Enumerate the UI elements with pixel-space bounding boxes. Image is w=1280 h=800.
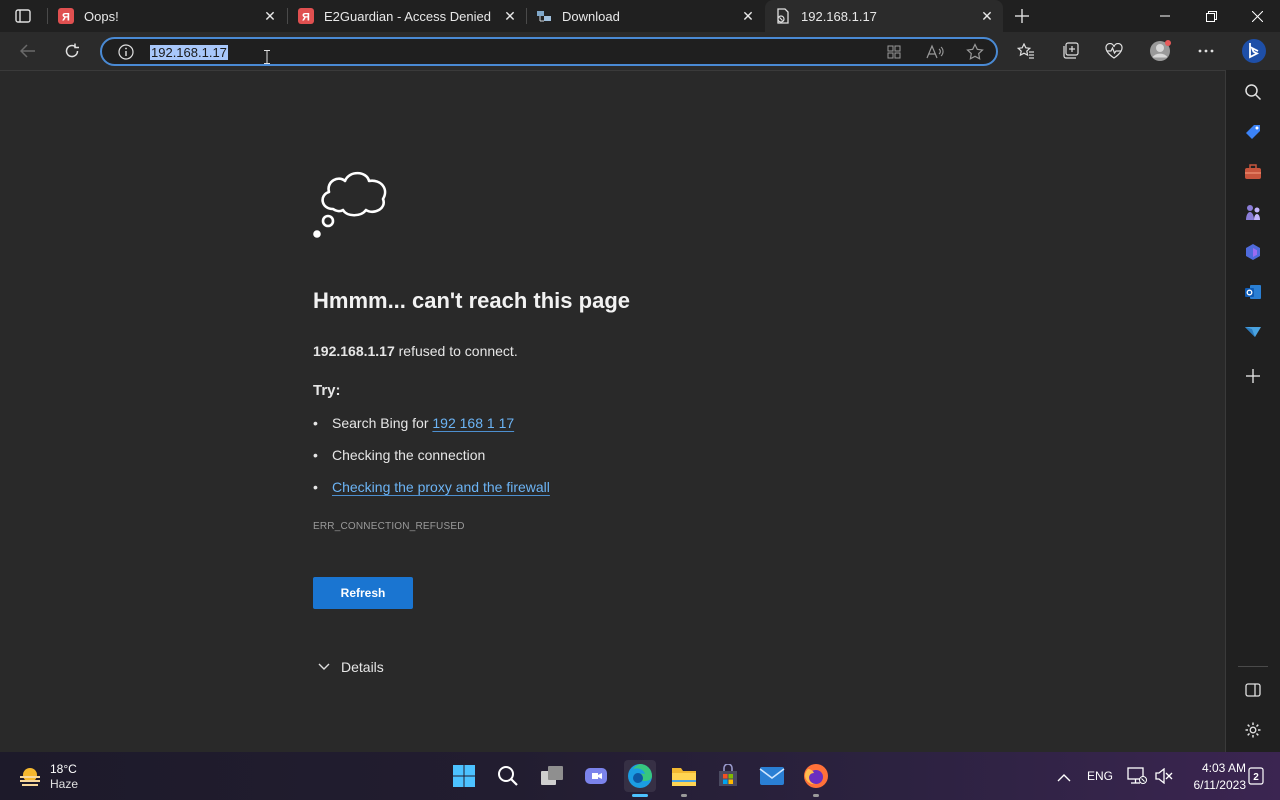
error-page (0, 70, 1225, 752)
explorer-running-indicator (681, 794, 687, 797)
taskbar-search-icon[interactable] (492, 760, 524, 792)
svg-text:2: 2 (1253, 772, 1259, 783)
language-indicator[interactable]: ENG (1087, 769, 1113, 783)
app-available-icon[interactable] (886, 44, 902, 60)
bing-search-link[interactable]: 192 168 1 17 (432, 415, 514, 431)
error-code: ERR_CONNECTION_REFUSED (313, 521, 465, 532)
add-favorite-star-icon[interactable] (966, 43, 984, 61)
details-toggle[interactable]: Details (316, 659, 384, 675)
yandex-icon: Я (58, 8, 74, 24)
sidebar-outlook-icon[interactable] (1243, 282, 1263, 302)
tab-e2guardian[interactable]: Я E2Guardian - Access Denied ✕ (288, 0, 526, 32)
firefox-running-indicator (813, 794, 819, 797)
url-text[interactable]: 192.168.1.17 (150, 45, 228, 60)
reload-icon[interactable] (57, 36, 87, 66)
show-hidden-icons-chevron-up-icon[interactable] (1057, 769, 1073, 783)
suggestion-proxy: • Checking the proxy and the firewall (313, 479, 550, 495)
sidebar-add-icon[interactable] (1243, 366, 1263, 386)
more-options-icon[interactable] (1191, 36, 1221, 66)
tab-oops[interactable]: Я Oops! ✕ (48, 0, 286, 32)
sidebar-shopping-tag-icon[interactable] (1243, 122, 1263, 142)
profile-avatar-icon[interactable] (1145, 36, 1175, 66)
tab-actions-icon[interactable] (14, 8, 32, 24)
check-connection-text: Checking the connection (332, 447, 486, 463)
back-arrow-icon[interactable] (13, 36, 43, 66)
firefox-icon[interactable] (800, 760, 832, 792)
teams-chat-icon[interactable] (580, 760, 612, 792)
close-tab-icon[interactable]: ✕ (979, 8, 995, 24)
weather-widget[interactable]: 18°C Haze (18, 760, 98, 794)
tab-title: E2Guardian - Access Denied (324, 8, 491, 24)
svg-text:Я: Я (62, 12, 70, 24)
suggestion-search: • Search Bing for 192 168 1 17 (313, 415, 515, 431)
close-tab-icon[interactable]: ✕ (502, 8, 518, 24)
site-info-icon[interactable] (118, 44, 134, 60)
sidebar-search-icon[interactable] (1243, 82, 1263, 102)
yandex-icon: Я (298, 8, 314, 24)
tab-title: Download (562, 8, 620, 24)
network-disconnected-icon[interactable] (1127, 767, 1147, 785)
svg-text:Я: Я (302, 12, 310, 24)
task-view-icon[interactable] (536, 760, 568, 792)
bing-copilot-icon[interactable] (1238, 36, 1270, 66)
try-label: Try: (313, 382, 341, 399)
volume-muted-icon[interactable] (1155, 767, 1173, 785)
restore-icon[interactable] (1188, 0, 1234, 32)
tab-strip: Я Oops! ✕ Я E2Guardian - Access Denied ✕… (0, 0, 1280, 32)
tab-title: 192.168.1.17 (801, 8, 877, 24)
sidebar-hide-icon[interactable] (1243, 680, 1263, 700)
refused-message: 192.168.1.17 refused to connect. (313, 343, 518, 359)
close-tab-icon[interactable]: ✕ (262, 8, 278, 24)
network-icon (536, 8, 552, 24)
tab-download[interactable]: Download ✕ (526, 0, 764, 32)
close-tab-icon[interactable]: ✕ (740, 8, 756, 24)
tab-active-192[interactable]: 192.168.1.17 ✕ (765, 0, 1003, 32)
refresh-button[interactable]: Refresh (313, 577, 413, 609)
text-cursor-icon (264, 50, 270, 64)
chevron-down-icon (316, 659, 332, 675)
performance-heart-icon[interactable] (1099, 36, 1129, 66)
edge-browser-icon[interactable] (624, 760, 656, 792)
sidebar-drop-icon[interactable] (1243, 322, 1263, 342)
sidebar-divider (1238, 666, 1268, 667)
mail-icon[interactable] (756, 760, 788, 792)
weather-condition: Haze (50, 777, 79, 791)
tab-title: Oops! (84, 8, 119, 24)
close-window-icon[interactable] (1234, 0, 1280, 32)
collections-icon[interactable] (1055, 36, 1085, 66)
sidebar-microsoft365-icon[interactable] (1243, 242, 1263, 262)
sidebar-settings-gear-icon[interactable] (1243, 720, 1263, 740)
windows-taskbar: 18°C Haze ENG 4:03 AM 6/11/2023 2 (0, 752, 1280, 800)
clock-date[interactable]: 6/11/2023 (1176, 778, 1247, 792)
error-page-icon (775, 8, 791, 24)
weather-haze-icon (18, 765, 42, 789)
edge-active-indicator (632, 794, 648, 797)
weather-temperature: 18°C (50, 762, 77, 776)
refused-text: refused to connect. (394, 343, 518, 359)
suggestion-connection: • Checking the connection (313, 447, 486, 463)
start-windows-icon[interactable] (448, 760, 480, 792)
error-title: Hmmm... can't reach this page (313, 288, 630, 313)
sidebar-tools-icon[interactable] (1243, 162, 1263, 182)
address-bar[interactable]: 192.168.1.17 (100, 37, 998, 66)
read-aloud-icon[interactable] (926, 44, 944, 60)
sidebar-games-icon[interactable] (1243, 202, 1263, 222)
microsoft-store-icon[interactable] (712, 760, 744, 792)
minimize-icon[interactable] (1142, 0, 1188, 32)
search-prefix: Search Bing for (332, 415, 433, 431)
edge-sidebar (1225, 70, 1280, 752)
thought-cloud-icon (311, 165, 389, 241)
details-label: Details (341, 659, 384, 675)
notification-icon[interactable]: 2 (1248, 767, 1264, 785)
new-tab-icon[interactable] (1012, 6, 1032, 26)
proxy-firewall-link[interactable]: Checking the proxy and the firewall (332, 479, 550, 495)
favorites-bar-icon[interactable] (1011, 36, 1041, 66)
refused-host: 192.168.1.17 (313, 343, 395, 359)
file-explorer-icon[interactable] (668, 760, 700, 792)
clock-time[interactable]: 4:03 AM (1180, 761, 1246, 775)
